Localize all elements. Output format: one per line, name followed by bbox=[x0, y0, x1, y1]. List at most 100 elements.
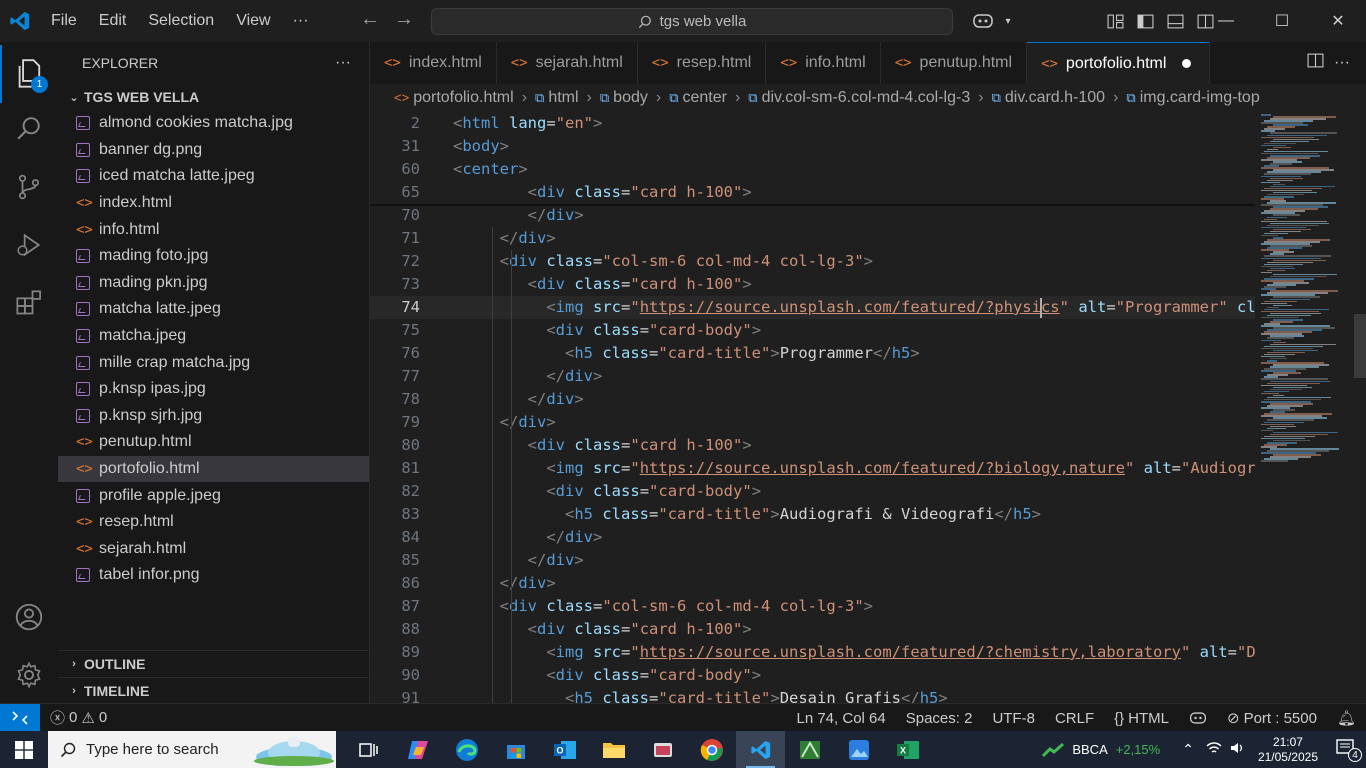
file-item[interactable]: p.knsp sjrh.jpg bbox=[58, 403, 369, 430]
code-line[interactable]: 75 <div class="card-body"> bbox=[370, 319, 1255, 342]
editor-tab[interactable]: <> penutup.html bbox=[881, 42, 1028, 84]
customize-layout-icon[interactable] bbox=[1100, 0, 1130, 42]
editor-tab[interactable]: <> resep.html bbox=[638, 42, 767, 84]
chrome-icon[interactable] bbox=[687, 731, 736, 768]
code-line[interactable]: 72 <div class="col-sm-6 col-md-4 col-lg-… bbox=[370, 250, 1255, 273]
file-item[interactable]: matcha.jpeg bbox=[58, 323, 369, 350]
breadcrumb-item[interactable]: ⧉ body bbox=[600, 89, 648, 107]
outlook-icon[interactable]: O bbox=[540, 731, 589, 768]
code-line[interactable]: 73 <div class="card h-100"> bbox=[370, 273, 1255, 296]
cursor-position[interactable]: Ln 74, Col 64 bbox=[786, 710, 895, 727]
maximize-icon[interactable]: ☐ bbox=[1254, 0, 1310, 42]
breadcrumb-item[interactable]: ⧉ img.card-img-top bbox=[1126, 89, 1259, 107]
encoding[interactable]: UTF-8 bbox=[982, 710, 1045, 727]
explorer-icon[interactable]: 1 bbox=[0, 45, 58, 103]
sketch-app-icon[interactable] bbox=[785, 731, 834, 768]
task-view-icon[interactable] bbox=[344, 731, 393, 768]
file-item[interactable]: <> info.html bbox=[58, 216, 369, 243]
close-icon[interactable]: ✕ bbox=[1310, 0, 1366, 42]
file-item[interactable]: profile apple.jpeg bbox=[58, 482, 369, 509]
editor-tab[interactable]: <> sejarah.html bbox=[497, 42, 638, 84]
code-line[interactable]: 91 <h5 class="card-title">Desain Grafis<… bbox=[370, 687, 1255, 703]
taskbar-search-box[interactable]: Type here to search bbox=[48, 731, 336, 768]
code-line[interactable]: 60 <center> bbox=[370, 158, 1255, 181]
code-line[interactable]: 79 </div> bbox=[370, 411, 1255, 434]
chevron-up-icon[interactable]: ⌃ bbox=[1174, 741, 1202, 758]
workspace-folder[interactable]: ⌄ TGS WEB VELLA bbox=[58, 84, 369, 110]
file-item[interactable]: iced matcha latte.jpeg bbox=[58, 163, 369, 190]
menu-item[interactable]: View bbox=[225, 12, 281, 30]
copilot-dropdown-icon[interactable]: ▾ bbox=[998, 0, 1018, 42]
code-line[interactable]: 65 <div class="card h-100"> bbox=[370, 181, 1255, 204]
excel-icon[interactable]: X bbox=[883, 731, 932, 768]
file-item[interactable]: <> sejarah.html bbox=[58, 536, 369, 563]
file-item[interactable]: <> index.html bbox=[58, 190, 369, 217]
file-item[interactable]: almond cookies matcha.jpg bbox=[58, 110, 369, 137]
vscode-taskbar-icon[interactable] bbox=[736, 731, 785, 768]
more-actions-icon[interactable]: ··· bbox=[335, 54, 351, 72]
code-line[interactable]: 78 </div> bbox=[370, 388, 1255, 411]
code-line[interactable]: 2 <html lang="en"> bbox=[370, 112, 1255, 135]
volume-icon[interactable] bbox=[1226, 741, 1250, 758]
minimap[interactable] bbox=[1255, 112, 1351, 703]
microsoft-store-icon[interactable] bbox=[491, 731, 540, 768]
more-actions-icon[interactable]: ··· bbox=[1334, 54, 1350, 72]
file-explorer-icon[interactable] bbox=[589, 731, 638, 768]
file-item[interactable]: banner dg.png bbox=[58, 137, 369, 164]
code-line[interactable]: 87 <div class="col-sm-6 col-md-4 col-lg-… bbox=[370, 595, 1255, 618]
code-line[interactable]: 90 <div class="card-body"> bbox=[370, 664, 1255, 687]
code-line[interactable]: 86 </div> bbox=[370, 572, 1255, 595]
file-item[interactable]: <> portofolio.html bbox=[58, 455, 369, 483]
code-line[interactable]: 82 <div class="card-body"> bbox=[370, 480, 1255, 503]
code-line[interactable]: 81 <img src="https://source.unsplash.com… bbox=[370, 457, 1255, 480]
language-mode[interactable]: {} HTML bbox=[1104, 710, 1179, 727]
windows-start-icon[interactable] bbox=[0, 731, 48, 768]
code-line[interactable]: 70 </div> bbox=[370, 204, 1255, 227]
editor-tab[interactable]: <> portofolio.html bbox=[1027, 42, 1211, 84]
menu-item[interactable]: Selection bbox=[137, 12, 225, 30]
copilot-app-icon[interactable] bbox=[393, 731, 442, 768]
copilot-status-icon[interactable] bbox=[1179, 711, 1217, 725]
code-line[interactable]: 84 </div> bbox=[370, 526, 1255, 549]
code-line[interactable]: 31 <body> bbox=[370, 135, 1255, 158]
code-line[interactable]: 76 <h5 class="card-title">Programmer</h5… bbox=[370, 342, 1255, 365]
notification-center-icon[interactable]: 4 bbox=[1326, 739, 1366, 762]
breadcrumb-item[interactable]: ⧉ html bbox=[535, 89, 579, 107]
source-control-icon[interactable] bbox=[0, 158, 58, 216]
file-item[interactable]: mading foto.jpg bbox=[58, 243, 369, 270]
timeline-section[interactable]: › TIMELINE bbox=[58, 677, 370, 703]
file-item[interactable]: mading pkn.jpg bbox=[58, 270, 369, 297]
file-item[interactable]: <> penutup.html bbox=[58, 429, 369, 456]
file-item[interactable]: <> resep.html bbox=[58, 509, 369, 536]
toggle-sidebar-icon[interactable] bbox=[1130, 0, 1160, 42]
code-line[interactable]: 83 <h5 class="card-title">Audiografi & V… bbox=[370, 503, 1255, 526]
line-ending[interactable]: CRLF bbox=[1045, 710, 1104, 727]
copilot-icon[interactable] bbox=[968, 0, 998, 42]
unsaved-dot-icon[interactable] bbox=[1182, 59, 1192, 68]
toggle-panel-icon[interactable] bbox=[1160, 0, 1190, 42]
code-line[interactable]: 89 <img src="https://source.unsplash.com… bbox=[370, 641, 1255, 664]
editor-tab[interactable]: <> index.html bbox=[370, 42, 497, 84]
minimize-icon[interactable]: — bbox=[1198, 0, 1254, 42]
accounts-icon[interactable] bbox=[0, 588, 58, 646]
split-editor-icon[interactable] bbox=[1307, 52, 1324, 74]
forward-arrow-icon[interactable]: → bbox=[394, 8, 414, 31]
menu-item[interactable]: ··· bbox=[282, 12, 320, 30]
remote-indicator-icon[interactable] bbox=[0, 703, 40, 732]
command-center-search[interactable]: tgs web vella bbox=[431, 8, 953, 35]
extensions-icon[interactable] bbox=[0, 274, 58, 332]
editor-scrollbar[interactable] bbox=[1354, 112, 1366, 703]
file-item[interactable]: tabel infor.png bbox=[58, 562, 369, 589]
menu-item[interactable]: File bbox=[40, 12, 88, 30]
code-editor[interactable]: 70 </div> 71 </div> 72 <div class="col-sm-… bbox=[370, 112, 1255, 703]
code-line[interactable]: 74 <img src="https://source.unsplash.com… bbox=[370, 296, 1255, 319]
code-line[interactable]: 85 </div> bbox=[370, 549, 1255, 572]
file-item[interactable]: matcha latte.jpeg bbox=[58, 296, 369, 323]
settings-gear-icon[interactable] bbox=[0, 646, 58, 704]
breadcrumb-item[interactable]: ⧉ div.card.h-100 bbox=[992, 89, 1106, 107]
breadcrumb-item[interactable]: ⧉ center bbox=[669, 89, 727, 107]
outline-section[interactable]: › OUTLINE bbox=[58, 650, 370, 676]
photos-icon[interactable] bbox=[834, 731, 883, 768]
problems-indicator[interactable]: ⓧ 0 ⚠ 0 bbox=[40, 707, 117, 728]
scrollbar-thumb[interactable] bbox=[1354, 314, 1366, 378]
